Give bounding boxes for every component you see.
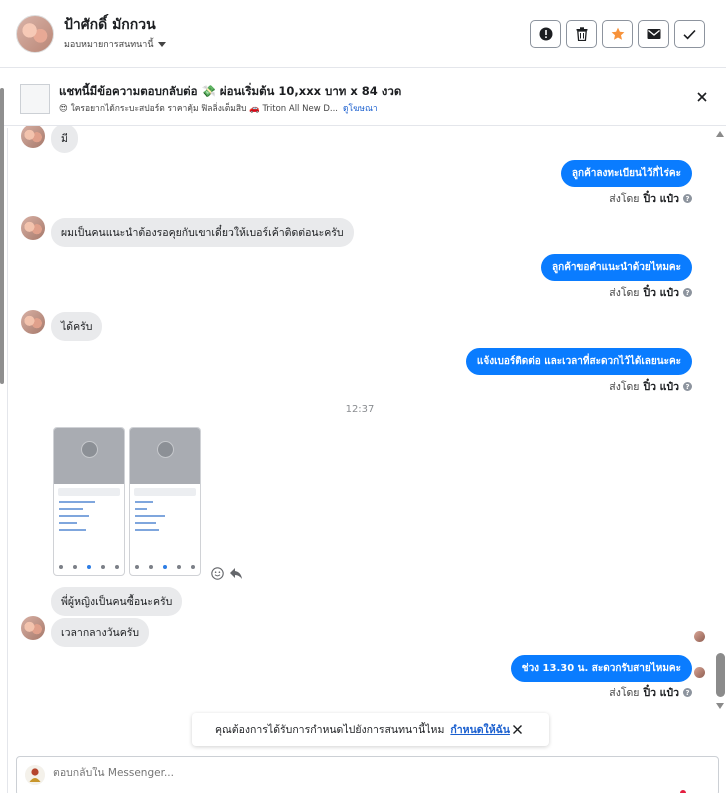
image-attachment[interactable]	[129, 427, 201, 576]
ad-title: แชทนี้มีข้อความตอบกลับต่อ 💸 ผ่อนเริ่มต้น…	[59, 84, 402, 98]
outgoing-message[interactable]: แจ้งเบอร์ติดต่อ และเวลาที่สะดวกไว้ได้เลย…	[465, 348, 692, 375]
sent-by-prefix: ส่งโดย	[609, 193, 640, 205]
scroll-down-arrow[interactable]	[716, 703, 724, 709]
close-icon[interactable]	[512, 724, 523, 735]
attachment-lines	[59, 501, 119, 531]
assign-label: มอบหมายการสนทนานี้	[64, 40, 154, 50]
contact-avatar[interactable]	[16, 15, 54, 53]
incoming-message[interactable]: ได้ครับ	[51, 312, 103, 341]
incoming-message[interactable]: พี่ผู้หญิงเป็นคนซื้อนะครับ	[51, 587, 183, 616]
trash-icon	[576, 27, 587, 41]
ad-thumbnail[interactable]	[20, 84, 50, 114]
info-icon[interactable]: ?	[683, 194, 692, 203]
outgoing-message[interactable]: ลูกค้าลงทะเบียนไว้กี่ไร่คะ	[560, 160, 692, 187]
delete-button[interactable]	[566, 20, 597, 48]
sent-by-name[interactable]: ปิ๋ว แป๋ว	[643, 190, 679, 207]
assignment-notice-text: คุณต้องการได้รับการกำหนดไปยังการสนทนานี้…	[215, 724, 445, 736]
contact-avatar	[21, 310, 45, 334]
sent-by-name[interactable]: ปิ๋ว แป๋ว	[643, 378, 679, 395]
star-icon	[611, 27, 624, 40]
assignment-notice: คุณต้องการได้รับการกำหนดไปยังการสนทนานี้…	[192, 713, 549, 746]
view-ad-link[interactable]: ดูโฆษณา	[343, 104, 378, 114]
seen-avatar	[694, 631, 705, 642]
assign-to-me-link[interactable]: กำหนดให้ฉัน	[450, 721, 510, 738]
info-icon[interactable]: ?	[683, 288, 692, 297]
chevron-down-icon	[157, 41, 166, 47]
sent-by-label: ส่งโดย ปิ๋ว แป๋ว ?	[609, 684, 692, 701]
reply-composer	[16, 756, 719, 793]
conversation-header: ป้าศักดิ์ มักกวน มอบหมายการสนทนานี้	[0, 0, 726, 68]
attachment-avatar	[157, 441, 174, 458]
star-button[interactable]	[602, 20, 633, 48]
incoming-message[interactable]: ผมเป็นคนแนะนำต้องรอคุยกับเขาเดี๋ยวให้เบอ…	[51, 218, 354, 247]
info-icon[interactable]: ?	[683, 382, 692, 391]
sent-by-prefix: ส่งโดย	[609, 381, 640, 393]
page-logo-icon	[25, 765, 45, 785]
attachment-row	[134, 488, 196, 496]
attachment-navbar	[54, 565, 124, 573]
spam-icon	[539, 27, 552, 41]
message-thread[interactable]: มี ลูกค้าลงทะเบียนไว้กี่ไร่คะ ส่งโดย ปิ๋…	[8, 126, 712, 706]
seen-avatar	[694, 667, 705, 678]
mail-icon	[647, 29, 660, 39]
mark-unread-button[interactable]	[638, 20, 669, 48]
attachment-header	[130, 428, 200, 484]
sent-by-prefix: ส่งโดย	[609, 687, 640, 699]
sent-by-name[interactable]: ปิ๋ว แป๋ว	[643, 284, 679, 301]
smiley-icon[interactable]	[211, 567, 224, 580]
sent-by-prefix: ส่งโดย	[609, 287, 640, 299]
attachment-header	[54, 428, 124, 484]
contact-avatar	[21, 216, 45, 240]
attachment-navbar	[130, 565, 200, 573]
message-timestamp: 12:37	[345, 404, 375, 415]
left-scrollbar[interactable]	[0, 88, 4, 384]
mark-done-button[interactable]	[674, 20, 705, 48]
ad-subtitle: 😍 ใครอยากได้กระบะสปอร์ต ราคาคุ้ม ฟิลลิ่ง…	[59, 101, 378, 115]
scroll-up-arrow[interactable]	[716, 131, 724, 137]
message-input[interactable]	[53, 767, 653, 779]
scrollbar-thumb[interactable]	[716, 653, 725, 697]
check-icon	[683, 29, 696, 39]
ad-subtitle-text: 😍 ใครอยากได้กระบะสปอร์ต ราคาคุ้ม ฟิลลิ่ง…	[59, 104, 339, 114]
contact-name[interactable]: ป้าศักดิ์ มักกวน	[64, 14, 156, 36]
ad-context-banner: แชทนี้มีข้อความตอบกลับต่อ 💸 ผ่อนเริ่มต้น…	[0, 68, 726, 126]
close-icon[interactable]	[693, 88, 711, 106]
attachment-avatar	[81, 441, 98, 458]
image-attachment[interactable]	[53, 427, 125, 576]
info-icon[interactable]: ?	[683, 688, 692, 697]
sent-by-label: ส่งโดย ปิ๋ว แป๋ว ?	[609, 284, 692, 301]
contact-avatar	[21, 616, 45, 640]
outgoing-message[interactable]: ช่วง 13.30 น. สะดวกรับสายไหมคะ	[510, 655, 692, 682]
mark-spam-button[interactable]	[530, 20, 561, 48]
attachment-lines	[135, 501, 195, 531]
page-avatar	[25, 765, 45, 785]
incoming-message[interactable]: เวลากลางวันครับ	[51, 618, 150, 647]
attachment-row	[58, 488, 120, 496]
contact-avatar	[21, 126, 45, 148]
assign-dropdown[interactable]: มอบหมายการสนทนานี้	[64, 37, 166, 51]
incoming-message[interactable]: มี	[51, 126, 78, 153]
outgoing-message[interactable]: ลูกค้าขอคำแนะนำด้วยไหมคะ	[541, 254, 692, 281]
sent-by-name[interactable]: ปิ๋ว แป๋ว	[643, 684, 679, 701]
sent-by-label: ส่งโดย ปิ๋ว แป๋ว ?	[609, 190, 692, 207]
sent-by-label: ส่งโดย ปิ๋ว แป๋ว ?	[609, 378, 692, 395]
reply-icon[interactable]	[229, 567, 243, 580]
